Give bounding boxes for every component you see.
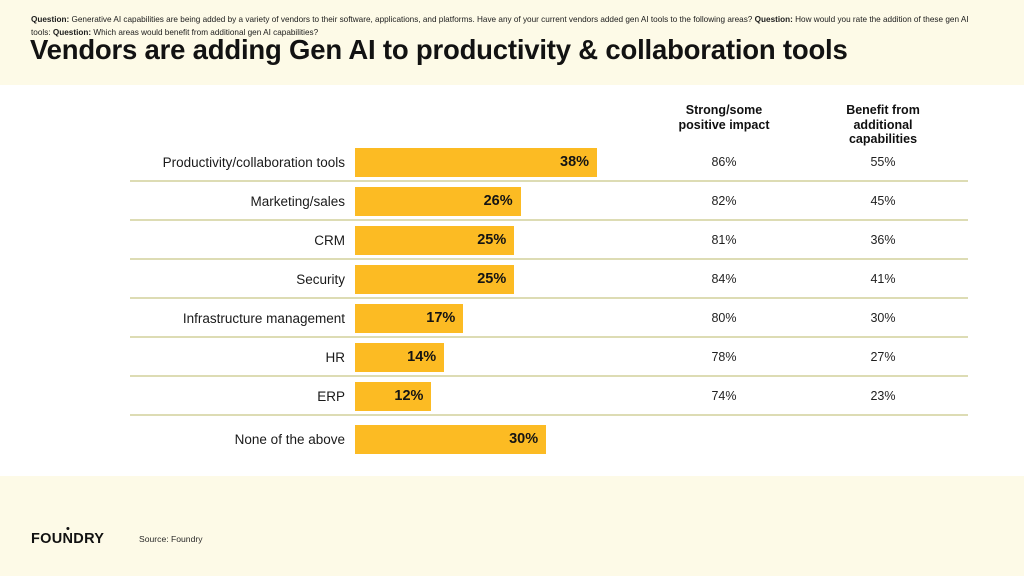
- column-header-impact-line1: Strong/some: [685, 103, 763, 117]
- cell-impact: 86%: [711, 155, 737, 169]
- logo-n-wrap: N: [62, 526, 74, 547]
- logo-text-post: DRY: [73, 531, 105, 547]
- row-label: None of the above: [234, 432, 345, 447]
- bar-value-label: 12%: [394, 388, 424, 404]
- bar: 38%: [355, 148, 598, 177]
- cell-benefit: 41%: [870, 272, 896, 286]
- bar: 26%: [355, 187, 521, 216]
- slide-root: Vendors are adding Gen AI to productivit…: [0, 0, 1024, 576]
- footnote: Question: Generative AI capabilities are…: [31, 14, 981, 39]
- table-row: CRM 25% 81% 36%: [0, 221, 1024, 260]
- cell-impact: 81%: [711, 233, 737, 247]
- column-headers: Strong/some positive impact Benefit from…: [0, 85, 1024, 147]
- column-header-impact-line2: positive impact: [678, 117, 770, 132]
- foundry-logo: FOU NDRY: [31, 526, 105, 547]
- cell-benefit: 36%: [870, 233, 896, 247]
- footnote-question-label-2: Question:: [754, 15, 793, 24]
- logo-text-pre: FOU: [31, 531, 63, 547]
- table-row: Infrastructure management 17% 80% 30%: [0, 299, 1024, 338]
- row-label: HR: [325, 350, 346, 365]
- bar-value-label: 30%: [509, 431, 539, 447]
- bar: 25%: [355, 265, 515, 294]
- footnote-question-text-1: Generative AI capabilities are being add…: [69, 15, 755, 24]
- bar: 30%: [355, 425, 547, 454]
- row-label: Marketing/sales: [250, 194, 345, 209]
- chart-area: Strong/some positive impact Benefit from…: [0, 85, 1024, 476]
- cell-benefit: 45%: [870, 194, 896, 208]
- row-label: CRM: [314, 233, 345, 248]
- bar-value-label: 38%: [560, 154, 590, 170]
- bar-value-label: 25%: [477, 271, 507, 287]
- table-row: HR 14% 78% 27%: [0, 338, 1024, 377]
- column-header-benefit: Benefit from additional capabilities: [812, 103, 954, 147]
- row-label: ERP: [317, 389, 345, 404]
- table-row: Marketing/sales 26% 82% 45%: [0, 182, 1024, 221]
- cell-benefit: 30%: [870, 311, 896, 325]
- bar: 14%: [355, 343, 445, 372]
- footer-band: [0, 476, 1024, 576]
- bar-value-label: 14%: [407, 349, 437, 365]
- bar: 17%: [355, 304, 464, 333]
- cell-impact: 78%: [711, 350, 737, 364]
- cell-impact: 74%: [711, 389, 737, 403]
- table-row: Security 25% 84% 41%: [0, 260, 1024, 299]
- source-text: Source: Foundry: [139, 534, 203, 544]
- bar-value-label: 17%: [426, 310, 456, 326]
- table-row: ERP 12% 74% 23%: [0, 377, 1024, 416]
- row-label: Security: [296, 272, 345, 287]
- logo-text-n: N: [62, 531, 74, 547]
- bar-value-label: 25%: [477, 232, 507, 248]
- footnote-question-label-1: Question:: [31, 15, 70, 24]
- footnote-question-label-3: Question:: [52, 27, 92, 37]
- bar-value-label: 26%: [483, 193, 513, 209]
- footnote-question-text-3: Which areas would benefit from additiona…: [91, 27, 319, 37]
- cell-impact: 84%: [711, 272, 737, 286]
- table-row: None of the above 30%: [0, 420, 1024, 459]
- bar: 12%: [355, 382, 432, 411]
- cell-benefit: 27%: [870, 350, 896, 364]
- cell-benefit: 55%: [870, 155, 896, 169]
- row-label: Productivity/collaboration tools: [162, 155, 345, 170]
- column-header-benefit-line1: Benefit from: [846, 103, 920, 117]
- cell-impact: 82%: [711, 194, 737, 208]
- cell-benefit: 23%: [870, 389, 896, 403]
- cell-impact: 80%: [711, 311, 737, 325]
- table-row: Productivity/collaboration tools 38% 86% 55…: [0, 143, 1024, 182]
- bar: 25%: [355, 226, 515, 255]
- row-label: Infrastructure management: [182, 311, 345, 326]
- column-header-impact: Strong/some positive impact: [650, 103, 798, 132]
- column-header-benefit-line2: additional: [853, 117, 913, 132]
